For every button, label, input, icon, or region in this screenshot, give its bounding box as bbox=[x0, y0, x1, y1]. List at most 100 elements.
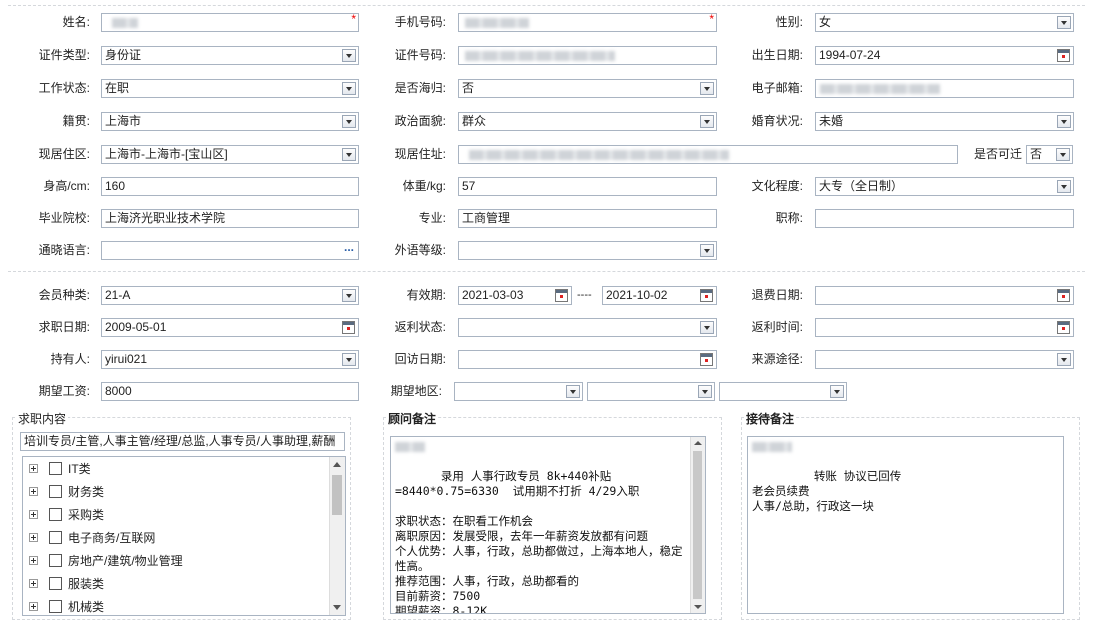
work-status-select[interactable]: 在职 bbox=[101, 79, 359, 98]
scroll-up-icon[interactable] bbox=[694, 441, 702, 445]
tree-item[interactable]: 财务类 bbox=[23, 481, 323, 503]
job-date-input[interactable]: 2009-05-01 bbox=[101, 318, 359, 337]
id-number-input[interactable] bbox=[458, 46, 717, 65]
tree-item[interactable]: IT类 bbox=[23, 458, 323, 480]
calendar-icon[interactable] bbox=[1057, 289, 1070, 302]
id-type-select[interactable]: 身份证 bbox=[101, 46, 359, 65]
job-title-input[interactable] bbox=[815, 209, 1074, 228]
scroll-down-icon[interactable] bbox=[333, 605, 341, 610]
calendar-icon[interactable] bbox=[1057, 321, 1070, 334]
language-input[interactable]: ... bbox=[101, 241, 359, 260]
reachable-select[interactable]: 否 bbox=[1026, 145, 1073, 164]
checkbox[interactable] bbox=[49, 577, 62, 590]
email-input[interactable] bbox=[815, 79, 1074, 98]
tree-item[interactable]: 机械类 bbox=[23, 596, 323, 615]
checkbox[interactable] bbox=[49, 485, 62, 498]
refund-date-input[interactable] bbox=[815, 286, 1074, 305]
rebate-time-input[interactable] bbox=[815, 318, 1074, 337]
residence-address-input[interactable] bbox=[458, 145, 958, 164]
expected-area-label: 期望地区: bbox=[390, 384, 442, 398]
expand-icon[interactable] bbox=[29, 556, 38, 565]
marital-select[interactable]: 未婚 bbox=[815, 112, 1074, 131]
chevron-down-icon[interactable] bbox=[700, 115, 714, 128]
validity-end-input[interactable]: 2021-10-02 bbox=[602, 286, 717, 305]
calendar-icon[interactable] bbox=[342, 321, 355, 334]
chevron-down-icon[interactable] bbox=[342, 148, 356, 161]
checkbox[interactable] bbox=[49, 600, 62, 613]
chevron-down-icon[interactable] bbox=[1056, 148, 1070, 161]
chevron-down-icon[interactable] bbox=[700, 321, 714, 334]
scroll-down-icon[interactable] bbox=[694, 605, 702, 609]
calendar-icon[interactable] bbox=[1057, 49, 1070, 62]
expand-icon[interactable] bbox=[29, 464, 38, 473]
chevron-down-icon[interactable] bbox=[566, 385, 580, 398]
height-input[interactable]: 160 bbox=[101, 177, 359, 196]
expected-area-city-select[interactable] bbox=[587, 382, 715, 401]
source-select[interactable] bbox=[815, 350, 1074, 369]
visit-date-input[interactable] bbox=[458, 350, 717, 369]
more-options-icon[interactable]: ... bbox=[344, 242, 354, 256]
expected-salary-input[interactable]: 8000 bbox=[101, 382, 359, 401]
chevron-down-icon[interactable] bbox=[1057, 180, 1071, 193]
residence-area-select[interactable]: 上海市-上海市-[宝山区] bbox=[101, 145, 359, 164]
tree-item-label: 财务类 bbox=[68, 485, 105, 499]
chevron-down-icon[interactable] bbox=[698, 385, 712, 398]
native-place-value: 上海市 bbox=[105, 114, 142, 128]
foreign-level-select[interactable] bbox=[458, 241, 717, 260]
scrollbar-thumb[interactable] bbox=[332, 475, 342, 515]
expand-icon[interactable] bbox=[29, 533, 38, 542]
chevron-down-icon[interactable] bbox=[1057, 115, 1071, 128]
political-select[interactable]: 群众 bbox=[458, 112, 717, 131]
expand-icon[interactable] bbox=[29, 510, 38, 519]
tree-scrollbar[interactable] bbox=[329, 457, 345, 615]
checkbox[interactable] bbox=[49, 508, 62, 521]
expected-area-province-select[interactable] bbox=[454, 382, 583, 401]
tree-item[interactable]: 服装类 bbox=[23, 573, 323, 595]
holder-select[interactable]: yirui021 bbox=[101, 350, 359, 369]
scroll-up-icon[interactable] bbox=[333, 462, 341, 467]
redacted-text bbox=[469, 150, 729, 160]
calendar-icon[interactable] bbox=[555, 289, 568, 302]
name-input[interactable]: * bbox=[101, 13, 359, 32]
chevron-down-icon[interactable] bbox=[1057, 16, 1071, 29]
returnee-select[interactable]: 否 bbox=[458, 79, 717, 98]
chevron-down-icon[interactable] bbox=[342, 115, 356, 128]
notes-scrollbar[interactable] bbox=[690, 437, 705, 613]
chevron-down-icon[interactable] bbox=[342, 289, 356, 302]
checkbox[interactable] bbox=[49, 554, 62, 567]
phone-input[interactable]: * bbox=[458, 13, 717, 32]
job-content-summary[interactable]: 培训专员/主管,人事主管/经理/总监,人事专员/人事助理,薪酬 bbox=[20, 432, 345, 451]
checkbox[interactable] bbox=[49, 462, 62, 475]
rebate-status-select[interactable] bbox=[458, 318, 717, 337]
tree-item[interactable]: 电子商务/互联网 bbox=[23, 527, 323, 549]
scrollbar-thumb[interactable] bbox=[693, 451, 702, 599]
job-category-tree[interactable]: IT类 财务类 采购类 电子商务/互联网 房地产/建筑/物业管理 服装类 机械类 bbox=[22, 456, 346, 616]
member-type-select[interactable]: 21-A bbox=[101, 286, 359, 305]
checkbox[interactable] bbox=[49, 531, 62, 544]
reception-notes-textarea[interactable]: 转账 协议已回传 老会员续费 人事/总助，行政这一块 bbox=[747, 436, 1064, 614]
education-select[interactable]: 大专（全日制） bbox=[815, 177, 1074, 196]
expand-icon[interactable] bbox=[29, 579, 38, 588]
validity-start-input[interactable]: 2021-03-03 bbox=[458, 286, 572, 305]
calendar-icon[interactable] bbox=[700, 353, 713, 366]
chevron-down-icon[interactable] bbox=[700, 244, 714, 257]
expand-icon[interactable] bbox=[29, 487, 38, 496]
birth-date-input[interactable]: 1994-07-24 bbox=[815, 46, 1074, 65]
expand-icon[interactable] bbox=[29, 602, 38, 611]
expected-area-district-select[interactable] bbox=[719, 382, 847, 401]
school-input[interactable]: 上海济光职业技术学院 bbox=[101, 209, 359, 228]
chevron-down-icon[interactable] bbox=[342, 49, 356, 62]
chevron-down-icon[interactable] bbox=[342, 82, 356, 95]
chevron-down-icon[interactable] bbox=[700, 82, 714, 95]
consultant-notes-textarea[interactable]: 录用 人事行政专员 8k+440补贴 =8440*0.75=6330 试用期不打… bbox=[390, 436, 706, 614]
chevron-down-icon[interactable] bbox=[1057, 353, 1071, 366]
weight-input[interactable]: 57 bbox=[458, 177, 717, 196]
tree-item[interactable]: 房地产/建筑/物业管理 bbox=[23, 550, 323, 572]
major-input[interactable]: 工商管理 bbox=[458, 209, 717, 228]
calendar-icon[interactable] bbox=[700, 289, 713, 302]
chevron-down-icon[interactable] bbox=[342, 353, 356, 366]
native-place-select[interactable]: 上海市 bbox=[101, 112, 359, 131]
chevron-down-icon[interactable] bbox=[830, 385, 844, 398]
tree-item[interactable]: 采购类 bbox=[23, 504, 323, 526]
gender-select[interactable]: 女 bbox=[815, 13, 1074, 32]
